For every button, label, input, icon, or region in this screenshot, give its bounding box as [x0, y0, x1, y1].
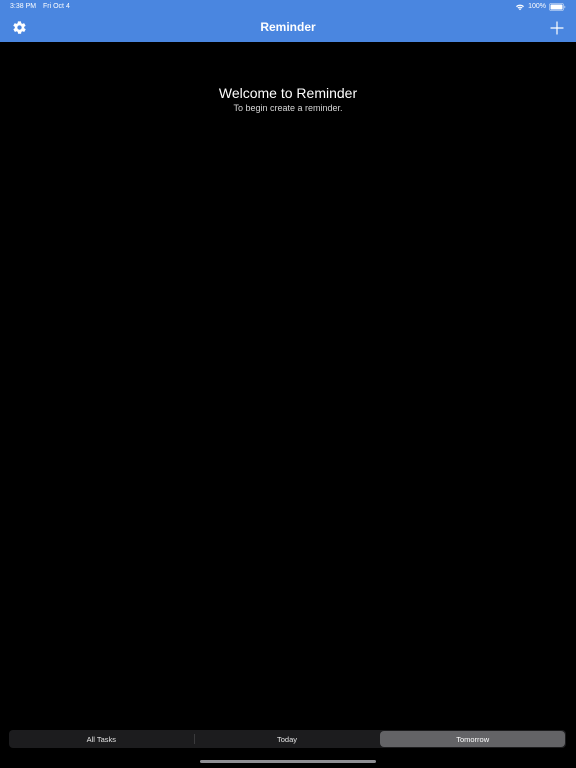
page-title: Reminder: [260, 20, 316, 34]
header-bar: 3:38 PM Fri Oct 4 100% Reminder: [0, 0, 576, 42]
plus-icon: [550, 21, 564, 35]
battery-percent: 100%: [528, 3, 546, 10]
welcome-title: Welcome to Reminder: [218, 85, 358, 101]
status-time: 3:38 PM: [10, 3, 37, 10]
add-reminder-button[interactable]: [549, 20, 565, 36]
segment-all-tasks[interactable]: All Tasks: [9, 730, 194, 748]
nav-bar: Reminder: [0, 14, 576, 42]
status-right-group: 100%: [515, 0, 566, 14]
task-filter-segmented-control: All Tasks Today Tomorrow: [9, 730, 566, 748]
segment-tomorrow[interactable]: Tomorrow: [380, 731, 566, 747]
battery-icon: [549, 3, 566, 11]
status-bar: 3:38 PM Fri Oct 4 100%: [0, 0, 576, 14]
status-date: Fri Oct 4: [43, 3, 70, 10]
wifi-icon: [516, 4, 525, 11]
home-indicator[interactable]: [200, 760, 376, 763]
welcome-message: Welcome to Reminder To begin create a re…: [0, 84, 576, 114]
welcome-subtitle: To begin create a reminder.: [233, 103, 343, 113]
segment-today[interactable]: Today: [195, 730, 380, 748]
